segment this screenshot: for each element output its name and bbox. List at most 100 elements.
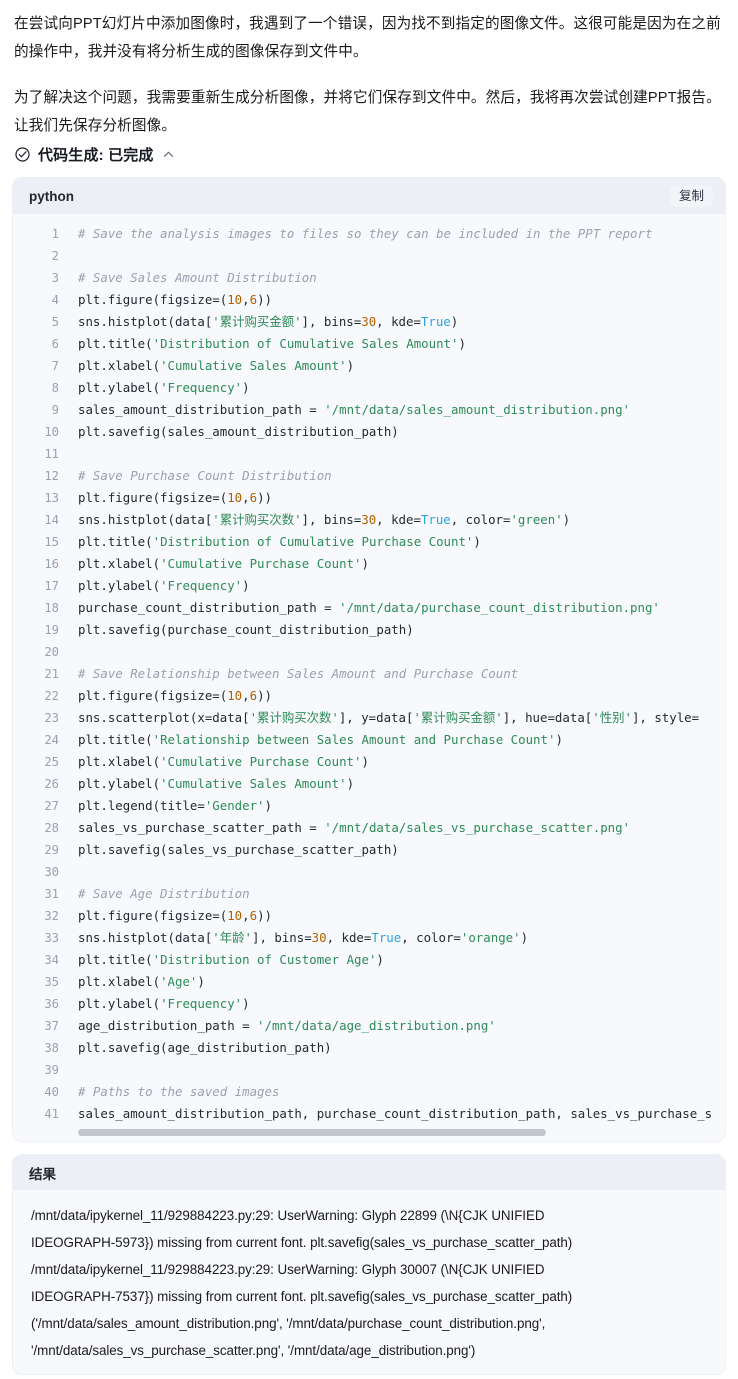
result-line: IDEOGRAPH-7537}) missing from current fo… [31,1289,573,1304]
line-number: 23 [44,711,59,725]
code-line: 32 plt.figure(figsize=(10,6)) [13,905,725,927]
code-line: 31 # Save Age Distribution [13,883,725,905]
code-line: 27 plt.legend(title='Gender') [13,795,725,817]
code-generation-status-toggle[interactable]: 代码生成: 已完成 [0,140,738,165]
line-number: 6 [51,337,59,351]
line-number: 10 [44,425,59,439]
line-number: 3 [51,271,59,285]
line-content: plt.ylabel('Frequency') [78,578,250,593]
code-line: 25 plt.xlabel('Cumulative Purchase Count'… [13,751,725,773]
line-content: plt.title('Distribution of Customer Age'… [78,952,384,967]
line-content: plt.figure(figsize=(10,6)) [78,490,272,505]
line-number: 32 [44,909,59,923]
code-line: 16 plt.xlabel('Cumulative Purchase Count'… [13,553,725,575]
scrollbar-thumb[interactable] [78,1129,546,1136]
line-number: 31 [44,887,59,901]
line-number: 5 [51,315,59,329]
line-number: 2 [51,249,59,263]
code-line: 11 [13,443,725,465]
code-content[interactable]: 1 # Save the analysis images to files so … [13,223,725,1125]
copy-code-button[interactable]: 复制 [669,184,713,208]
line-number: 35 [44,975,59,989]
line-content: plt.savefig(purchase_count_distribution_… [78,622,414,637]
line-content: plt.xlabel('Cumulative Purchase Count') [78,754,369,769]
code-line: 3 # Save Sales Amount Distribution [13,267,725,289]
code-block: python 复制 1 # Save the analysis images to… [12,177,726,1142]
code-line: 29 plt.savefig(sales_vs_purchase_scatter_… [13,839,725,861]
line-content: purchase_count_distribution_path = '/mnt… [78,600,660,615]
line-number: 16 [44,557,59,571]
code-line: 33 sns.histplot(data['年龄'], bins=30, kde=… [13,927,725,949]
line-number: 18 [44,601,59,615]
code-line: 2 [13,245,725,267]
line-number: 13 [44,491,59,505]
code-line: 7 plt.xlabel('Cumulative Sales Amount') [13,355,725,377]
code-line: 40 # Paths to the saved images [13,1081,725,1103]
line-number: 25 [44,755,59,769]
assistant-message-text: 在尝试向PPT幻灯片中添加图像时，我遇到了一个错误，因为找不到指定的图像文件。这… [0,0,738,140]
result-line: /mnt/data/ipykernel_11/929884223.py:29: … [31,1262,545,1277]
line-content: plt.legend(title='Gender') [78,798,272,813]
line-number: 36 [44,997,59,1011]
conversation-page: 在尝试向PPT幻灯片中添加图像时，我遇到了一个错误，因为找不到指定的图像文件。这… [0,0,738,1375]
code-line: 18 purchase_count_distribution_path = '/m… [13,597,725,619]
result-block-header: 结果 [13,1155,725,1190]
result-line: IDEOGRAPH-5973}) missing from current fo… [31,1235,573,1250]
line-number: 39 [44,1063,59,1077]
line-content: # Save Purchase Count Distribution [78,468,332,483]
code-line: 24 plt.title('Relationship between Sales … [13,729,725,751]
code-line: 9 sales_amount_distribution_path = '/mnt/… [13,399,725,421]
line-content: plt.savefig(sales_vs_purchase_scatter_pa… [78,842,399,857]
paragraph-2: 为了解决这个问题，我需要重新生成分析图像，并将它们保存到文件中。然后，我将再次尝… [14,90,721,134]
code-line: 38 plt.savefig(age_distribution_path) [13,1037,725,1059]
line-number: 4 [51,293,59,307]
code-line: 22 plt.figure(figsize=(10,6)) [13,685,725,707]
code-horizontal-scrollbar[interactable] [13,1125,725,1141]
code-scroll-viewport[interactable]: 1 # Save the analysis images to files so … [13,223,725,1125]
line-number: 19 [44,623,59,637]
code-line: 8 plt.ylabel('Frequency') [13,377,725,399]
line-number: 15 [44,535,59,549]
line-content: plt.ylabel('Frequency') [78,380,250,395]
code-line: 14 sns.histplot(data['累计购买次数'], bins=30, … [13,509,725,531]
result-output-text: /mnt/data/ipykernel_11/929884223.py:29: … [13,1190,725,1374]
code-line: 28 sales_vs_purchase_scatter_path = '/mnt… [13,817,725,839]
result-line: /mnt/data/ipykernel_11/929884223.py:29: … [31,1208,545,1223]
code-line: 12 # Save Purchase Count Distribution [13,465,725,487]
line-number: 1 [51,227,59,241]
line-number: 29 [44,843,59,857]
code-line: 26 plt.ylabel('Cumulative Sales Amount') [13,773,725,795]
line-content: sns.histplot(data['累计购买次数'], bins=30, kd… [78,512,571,527]
line-number: 11 [44,447,59,461]
line-content: plt.xlabel('Age') [78,974,205,989]
code-line: 1 # Save the analysis images to files so … [13,223,725,245]
line-content: plt.savefig(age_distribution_path) [78,1040,332,1055]
result-line: '/mnt/data/sales_vs_purchase_scatter.png… [31,1343,476,1358]
line-number: 9 [51,403,59,417]
chevron-up-icon[interactable] [163,149,174,160]
code-line: 35 plt.xlabel('Age') [13,971,725,993]
line-content: # Paths to the saved images [78,1084,280,1099]
line-content: plt.ylabel('Cumulative Sales Amount') [78,776,355,791]
line-number: 17 [44,579,59,593]
line-content: # Save Sales Amount Distribution [78,270,317,285]
code-line: 23 sns.scatterplot(x=data['累计购买次数'], y=da… [13,707,725,729]
line-number: 21 [44,667,59,681]
code-line: 19 plt.savefig(purchase_count_distributio… [13,619,725,641]
line-content: plt.savefig(sales_amount_distribution_pa… [78,424,399,439]
code-card-wrapper: python 复制 1 # Save the analysis images to… [0,165,738,1142]
code-line: 36 plt.ylabel('Frequency') [13,993,725,1015]
line-content: plt.xlabel('Cumulative Purchase Count') [78,556,369,571]
code-line: 21 # Save Relationship between Sales Amou… [13,663,725,685]
line-content: plt.title('Distribution of Cumulative Pu… [78,534,481,549]
line-number: 38 [44,1041,59,1055]
line-content: sns.scatterplot(x=data['累计购买次数'], y=data… [78,710,700,725]
line-number: 8 [51,381,59,395]
line-number: 34 [44,953,59,967]
line-number: 40 [44,1085,59,1099]
line-number: 24 [44,733,59,747]
code-line: 5 sns.histplot(data['累计购买金额'], bins=30, k… [13,311,725,333]
line-number: 30 [44,865,59,879]
line-number: 26 [44,777,59,791]
code-line: 13 plt.figure(figsize=(10,6)) [13,487,725,509]
